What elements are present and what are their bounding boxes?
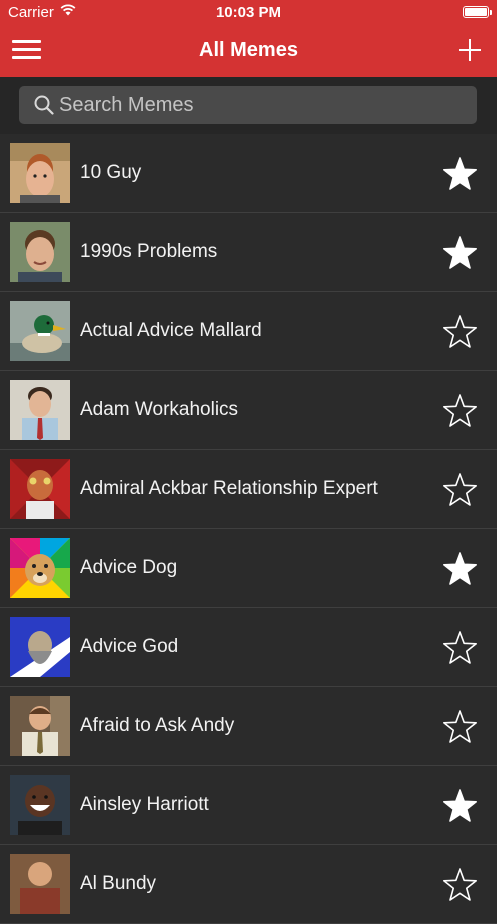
search-input[interactable]	[59, 86, 459, 124]
star-outline-icon[interactable]	[442, 630, 478, 666]
meme-row[interactable]: 10 Guy	[0, 134, 497, 213]
meme-name: Afraid to Ask Andy	[80, 715, 235, 736]
meme-name: Advice Dog	[80, 557, 178, 578]
star-outline-icon[interactable]	[442, 393, 478, 429]
meme-thumbnail	[10, 617, 70, 677]
star-filled-icon[interactable]	[442, 235, 478, 271]
page-title: All Memes	[199, 39, 298, 61]
top-bar: Carrier 10:03 PM All Memes	[0, 0, 497, 77]
meme-thumbnail	[10, 854, 70, 914]
meme-row[interactable]: Al Bundy	[0, 845, 497, 924]
meme-name: 1990s Problems	[80, 241, 218, 262]
star-outline-icon[interactable]	[442, 314, 478, 350]
star-filled-icon[interactable]	[442, 551, 478, 587]
battery-icon	[463, 6, 492, 18]
add-meme-button[interactable]	[459, 39, 481, 61]
star-outline-icon[interactable]	[442, 709, 478, 745]
meme-thumbnail	[10, 143, 70, 203]
meme-name: Adam Workaholics	[80, 399, 239, 420]
meme-row[interactable]: Advice God	[0, 608, 497, 687]
meme-row[interactable]: Actual Advice Mallard	[0, 292, 497, 371]
meme-thumbnail	[10, 696, 70, 756]
meme-thumbnail	[10, 222, 70, 282]
meme-row[interactable]: Ainsley Harriott	[0, 766, 497, 845]
meme-row[interactable]: 1990s Problems	[0, 213, 497, 292]
meme-name: Ainsley Harriott	[80, 794, 209, 815]
meme-row[interactable]: Advice Dog	[0, 529, 497, 608]
status-bar: Carrier 10:03 PM	[0, 0, 497, 26]
star-filled-icon[interactable]	[442, 156, 478, 192]
star-outline-icon[interactable]	[442, 472, 478, 508]
meme-thumbnail	[10, 301, 70, 361]
star-filled-icon[interactable]	[442, 788, 478, 824]
meme-thumbnail	[10, 380, 70, 440]
status-time: 10:03 PM	[215, 4, 282, 21]
meme-thumbnail	[10, 775, 70, 835]
meme-name: Actual Advice Mallard	[80, 320, 262, 341]
search-bar	[0, 77, 497, 134]
meme-row[interactable]: Adam Workaholics	[0, 371, 497, 450]
navigation-bar: All Memes	[0, 26, 497, 77]
meme-thumbnail	[10, 538, 70, 598]
meme-list: 10 Guy 1990s Problems Actual Advice Mallar…	[0, 134, 497, 924]
meme-name: Advice God	[80, 636, 179, 657]
star-outline-icon[interactable]	[442, 867, 478, 903]
search-icon	[34, 95, 54, 115]
meme-name: Al Bundy	[80, 873, 157, 894]
search-field[interactable]	[19, 86, 477, 124]
meme-thumbnail	[10, 459, 70, 519]
meme-row[interactable]: Admiral Ackbar Relationship Expert	[0, 450, 497, 529]
meme-row[interactable]: Afraid to Ask Andy	[0, 687, 497, 766]
meme-name: 10 Guy	[80, 162, 142, 183]
meme-name: Admiral Ackbar Relationship Expert	[80, 478, 378, 499]
